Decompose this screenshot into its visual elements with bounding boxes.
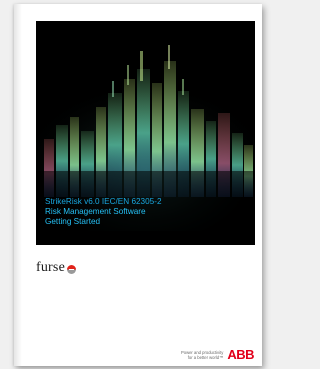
booklet-cover: StrikeRisk v6.0 IEC/EN 62305-2 Risk Mana… [14,4,262,366]
abb-branding: Power and productivity for a better worl… [181,347,255,362]
abb-logo: ABB [227,347,254,362]
abb-tagline-line-2: for a better world™ [187,354,224,360]
abb-tagline-line-1: Power and productivity [180,349,224,355]
abb-tagline: Power and productivity for a better worl… [181,350,223,360]
cover-title-line-3: Getting Started [45,217,101,226]
cover-artwork: StrikeRisk v6.0 IEC/EN 62305-2 Risk Mana… [36,21,255,245]
furse-wordmark: furse [36,260,65,275]
cover-title-line-2: Risk Management Software [45,207,146,216]
furse-logo-icon [67,264,76,274]
furse-logo: furse [36,260,76,276]
cover-title-block: StrikeRisk v6.0 IEC/EN 62305-2 Risk Mana… [45,197,250,227]
spine-shadow [14,4,22,366]
cover-title-line-1: StrikeRisk v6.0 IEC/EN 62305-2 [45,197,162,206]
